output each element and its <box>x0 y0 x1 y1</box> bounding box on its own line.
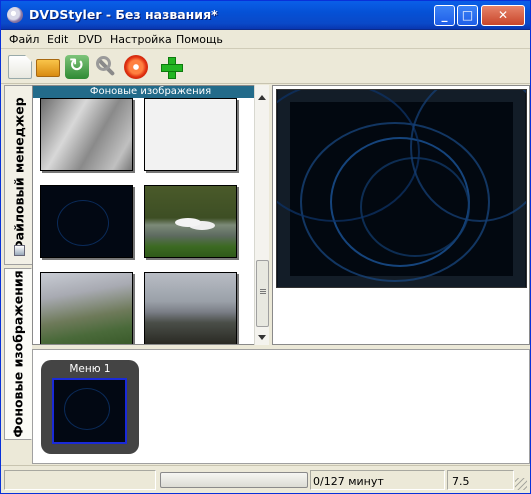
status-cell <box>310 470 445 490</box>
status-bar: 0/127 минут 7.5 <box>1 465 530 493</box>
menu-thumbnail-image <box>52 378 127 444</box>
menu-dvd[interactable]: DVD <box>78 33 102 46</box>
open-folder-icon[interactable] <box>36 59 60 77</box>
side-tab-strip: Файловый менеджер Фоновые изображения <box>2 85 32 465</box>
menu-thumbnail[interactable]: Меню 1 <box>41 360 139 454</box>
file-manager-icon <box>14 245 25 256</box>
scroll-down-arrow-icon[interactable] <box>258 335 266 340</box>
maximize-button[interactable]: □ <box>457 5 478 26</box>
titleset-menus-panel: Меню 1 <box>32 349 530 464</box>
save-icon[interactable] <box>65 55 89 79</box>
tab-backgrounds[interactable]: Фоновые изображения <box>4 268 32 440</box>
tab-file-manager-label: Файловый менеджер <box>11 97 26 253</box>
backgrounds-header: Фоновые изображения <box>33 86 268 98</box>
disc-usage-progress <box>160 472 308 488</box>
menu-bar: Файл Edit DVD Настройка Помощь <box>1 30 530 49</box>
window-title: DVDStyler - Без названия* <box>29 7 218 22</box>
menu-background-image <box>277 90 526 282</box>
close-button[interactable]: ✕ <box>481 5 525 26</box>
add-plus-icon[interactable] <box>159 55 183 79</box>
menu-help[interactable]: Помощь <box>176 33 223 46</box>
app-window: DVDStyler - Без названия* _ □ ✕ Файл Edi… <box>0 0 531 494</box>
background-thumbnail[interactable] <box>144 272 237 344</box>
menu-editor-area <box>272 85 530 345</box>
menu-thumbnail-label: Меню 1 <box>69 363 111 375</box>
background-thumbnail[interactable] <box>40 185 133 258</box>
minimize-button[interactable]: _ <box>434 5 455 26</box>
menu-file[interactable]: Файл <box>9 33 39 46</box>
app-disc-icon <box>7 7 23 23</box>
status-cell <box>4 470 156 490</box>
scroll-up-arrow-icon[interactable] <box>258 95 266 100</box>
toolbar <box>1 50 530 84</box>
burn-disc-icon[interactable] <box>124 55 148 79</box>
menu-edit[interactable]: Edit <box>47 33 68 46</box>
settings-wrench-icon[interactable] <box>94 55 118 79</box>
backgrounds-panel: Фоновые изображения <box>32 85 269 345</box>
scroll-thumb[interactable] <box>256 260 269 327</box>
new-document-icon[interactable] <box>8 55 32 79</box>
background-thumbnail[interactable] <box>40 272 133 344</box>
menu-preview-canvas[interactable] <box>276 89 527 288</box>
tab-file-manager[interactable]: Файловый менеджер <box>4 85 32 265</box>
menu-settings[interactable]: Настройка <box>110 33 172 46</box>
background-thumbnail[interactable] <box>40 98 133 171</box>
background-thumbnail[interactable] <box>144 185 237 258</box>
title-bar[interactable]: DVDStyler - Без названия* _ □ ✕ <box>1 1 530 30</box>
resize-grip[interactable] <box>515 478 527 490</box>
backgrounds-scrollbar[interactable] <box>254 85 269 345</box>
tab-backgrounds-label: Фоновые изображения <box>10 270 26 438</box>
background-thumbnail[interactable] <box>144 98 237 171</box>
disc-size-text: 7.5 <box>452 475 470 488</box>
